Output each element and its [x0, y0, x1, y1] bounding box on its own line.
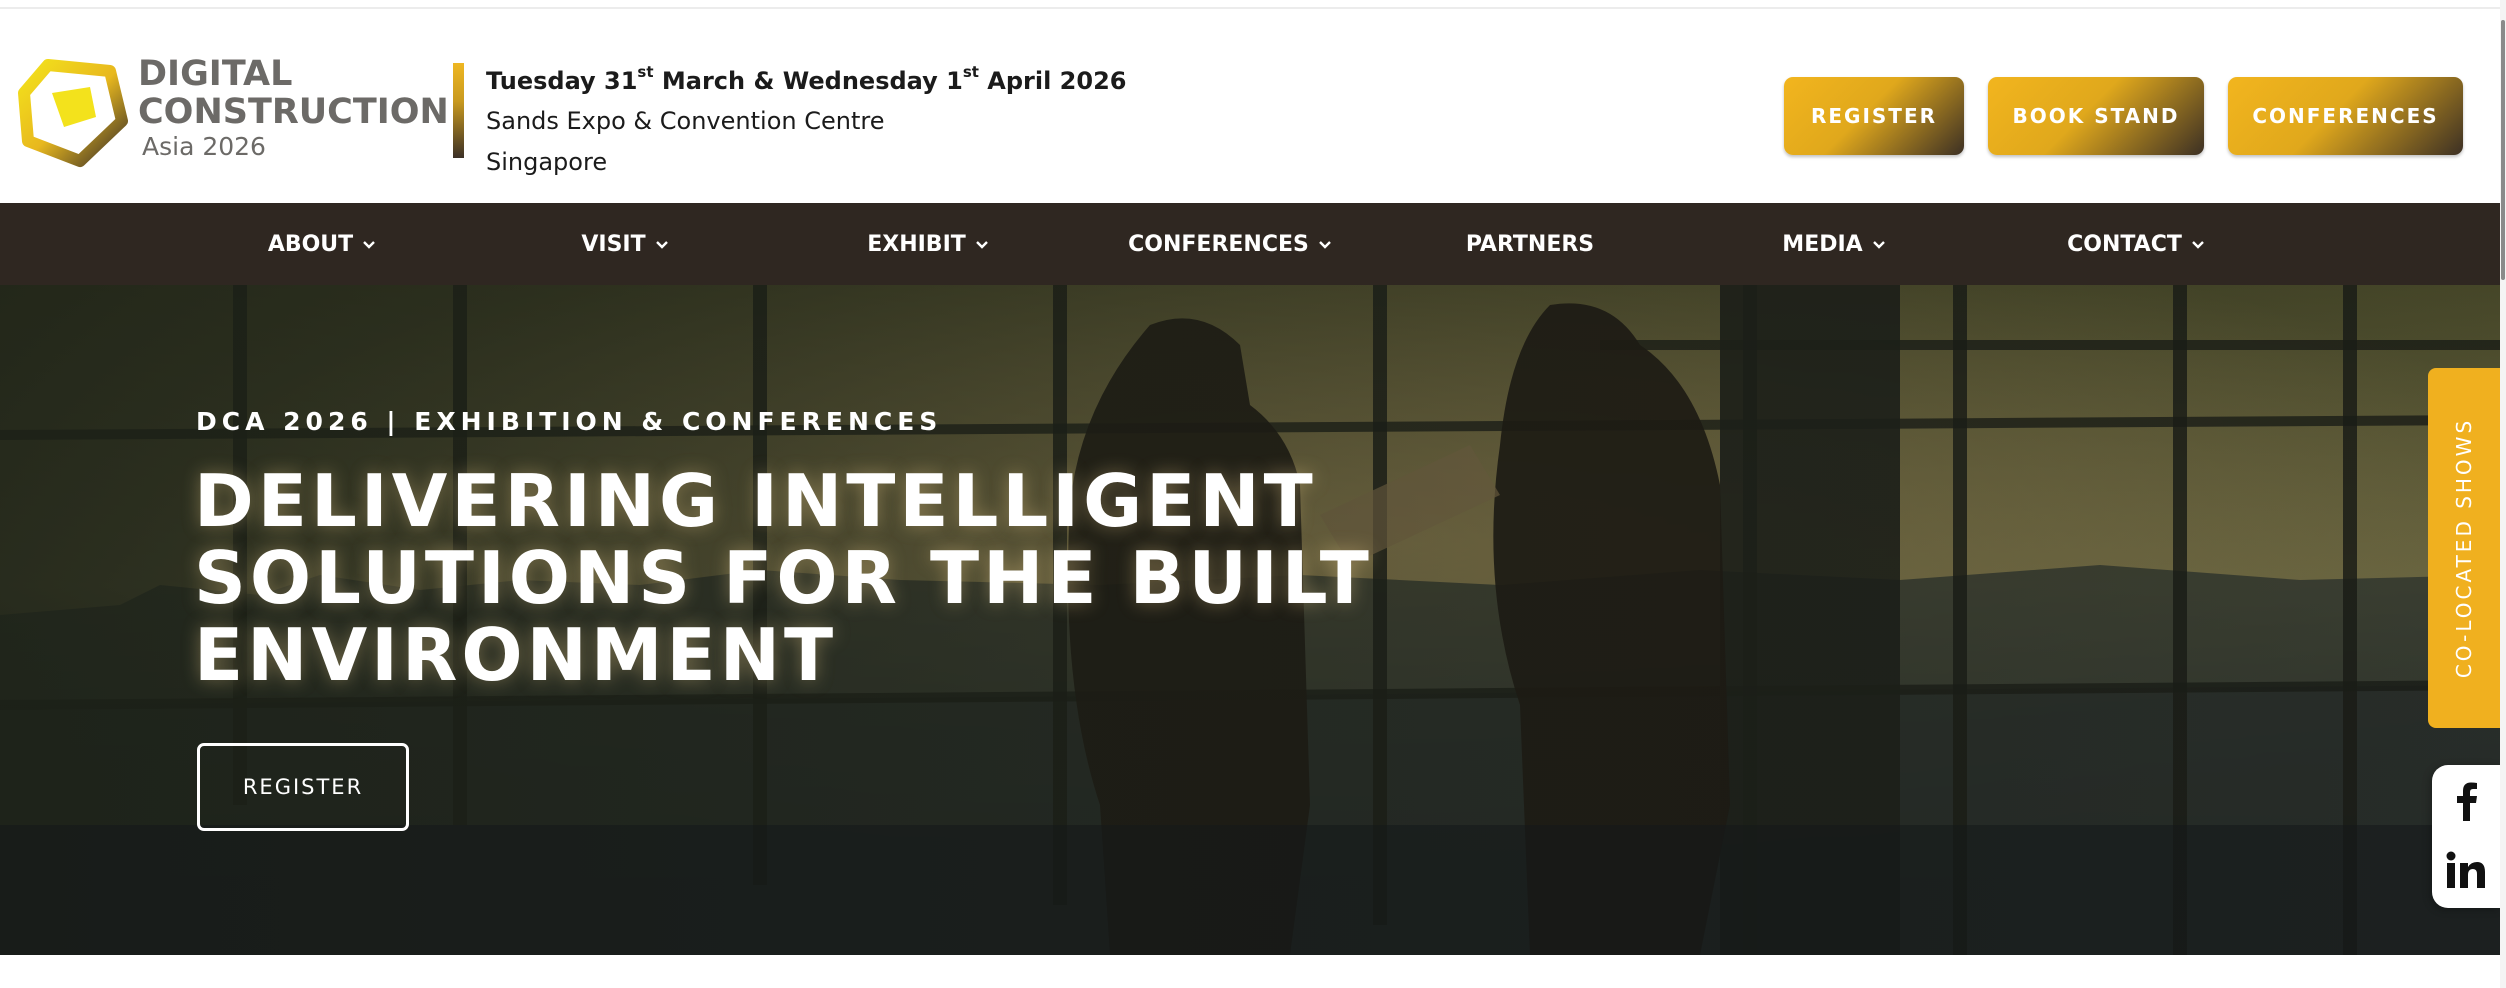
hero-headline-line2: SOLUTIONS FOR THE BUILT	[194, 536, 1373, 620]
nav-item-media[interactable]: MEDIA	[1744, 203, 1924, 285]
hero-banner: DCA 2026 | EXHIBITION & CONFERENCES DELI…	[0, 285, 2500, 955]
nav-label-conferences: CONFERENCES	[1128, 231, 1309, 257]
event-venue: Sands Expo & Convention Centre	[486, 107, 885, 135]
nav-label-partners: PARTNERS	[1465, 231, 1595, 257]
hero-headline-line1: DELIVERING INTELLIGENT	[194, 459, 1317, 543]
register-button[interactable]: REGISTER	[1784, 77, 1964, 155]
logo-wordmark[interactable]: DIGITAL CONSTRUCTION Asia 2026	[138, 55, 449, 163]
chevron-down-icon	[363, 241, 376, 249]
logo-line-digital: DIGITAL	[138, 54, 293, 94]
accent-bar	[453, 63, 464, 158]
main-nav: ABOUT VISIT EXHIBIT CONFERENCES PARTNERS…	[0, 203, 2500, 285]
nav-label-contact: CONTACT	[2067, 231, 2182, 257]
book-stand-button[interactable]: BOOK STAND	[1988, 77, 2204, 155]
hero-headline: DELIVERING INTELLIGENT SOLUTIONS FOR THE…	[194, 463, 1494, 694]
nav-item-about[interactable]: ABOUT	[232, 203, 412, 285]
social-links	[2432, 765, 2500, 908]
nav-item-conferences[interactable]: CONFERENCES	[1110, 203, 1350, 285]
logo-mark[interactable]	[18, 57, 130, 169]
nav-label-exhibit: EXHIBIT	[867, 231, 966, 257]
chevron-down-icon	[1872, 241, 1885, 249]
conferences-button[interactable]: CONFERENCES	[2228, 77, 2463, 155]
chevron-down-icon	[655, 241, 668, 249]
event-city: Singapore	[486, 148, 608, 176]
chevron-down-icon	[975, 241, 988, 249]
co-located-shows-label: CO-LOCATED SHOWS	[2452, 417, 2476, 679]
chevron-down-icon	[2192, 241, 2204, 249]
nav-label-about: ABOUT	[267, 231, 354, 257]
co-located-shows-tab[interactable]: CO-LOCATED SHOWS	[2428, 368, 2500, 728]
nav-label-media: MEDIA	[1782, 231, 1863, 257]
hero-register-button[interactable]: REGISTER	[197, 743, 409, 831]
logo-line-construction: CONSTRUCTION	[138, 92, 449, 132]
event-dates: Tuesday 31st March & Wednesday 1st April…	[486, 63, 1127, 95]
nav-label-visit: VISIT	[581, 231, 646, 257]
hero-headline-line3: ENVIRONMENT	[194, 613, 838, 697]
facebook-icon[interactable]	[2450, 781, 2482, 821]
scrollbar-thumb[interactable]	[2501, 20, 2505, 280]
linkedin-icon[interactable]	[2446, 851, 2486, 889]
logo-line-asia: Asia 2026	[142, 132, 266, 161]
nav-item-visit[interactable]: VISIT	[535, 203, 715, 285]
hero-kicker: DCA 2026 | EXHIBITION & CONFERENCES	[196, 407, 943, 436]
site-header: DIGITAL CONSTRUCTION Asia 2026 Tuesday 3…	[0, 9, 2506, 203]
nav-item-partners[interactable]: PARTNERS	[1440, 203, 1620, 285]
nav-item-exhibit[interactable]: EXHIBIT	[838, 203, 1018, 285]
event-info: Tuesday 31st March & Wednesday 1st April…	[486, 55, 1126, 183]
nav-item-contact[interactable]: CONTACT	[2046, 203, 2226, 285]
chevron-down-icon	[1319, 241, 1331, 249]
